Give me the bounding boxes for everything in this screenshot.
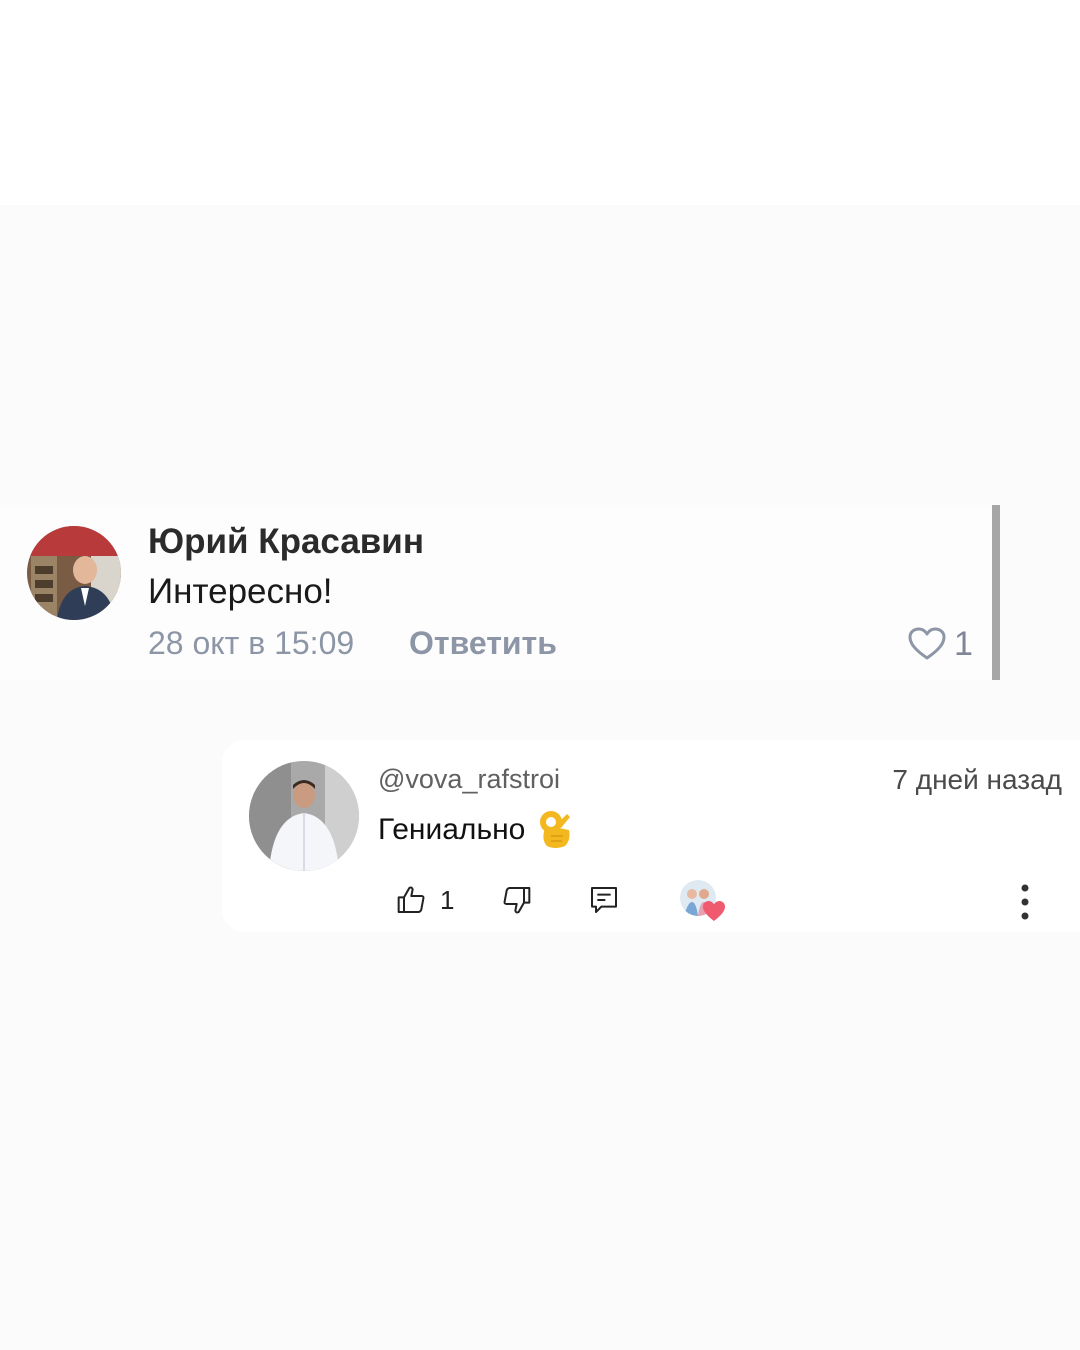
comment-card-vk: Юрий Красавин Интересно! 28 окт в 15:09 … — [0, 505, 1000, 680]
dislike-button[interactable] — [500, 884, 532, 916]
avatar[interactable] — [249, 761, 359, 871]
more-options-button[interactable] — [1010, 882, 1040, 922]
heart-icon — [703, 901, 725, 921]
top-blank-area — [0, 0, 1080, 205]
comment-author-handle[interactable]: @vova_rafstroi — [378, 764, 560, 795]
comment-author[interactable]: Юрий Красавин — [148, 522, 424, 562]
comment-time: 7 дней назад — [892, 764, 1062, 795]
comment-date: 28 окт в 15:09 — [148, 625, 355, 661]
comment-card-youtube: @vova_rafstroi 7 дней назад Гениально 1 — [222, 740, 1080, 932]
more-vertical-icon — [1021, 884, 1029, 920]
like-button[interactable]: 1 — [396, 884, 454, 916]
thumbs-down-icon — [503, 887, 531, 914]
comment-text: Гениально — [378, 813, 526, 846]
ok-hand-emoji — [540, 811, 571, 848]
comment-text-row: Гениально — [378, 810, 573, 850]
heart-outline-icon — [908, 627, 946, 660]
reply-comment-icon — [591, 887, 617, 913]
creator-heart-badge — [680, 880, 728, 924]
like-button[interactable]: 1 — [908, 622, 973, 666]
avatar[interactable] — [27, 526, 121, 620]
scrollbar[interactable] — [992, 505, 1000, 680]
like-count: 1 — [954, 624, 973, 663]
reply-button[interactable]: Ответить — [409, 625, 557, 662]
like-count: 1 — [440, 884, 455, 915]
reply-button[interactable] — [588, 884, 620, 916]
thumbs-up-icon — [397, 886, 425, 913]
comment-text: Интересно! — [148, 572, 333, 611]
